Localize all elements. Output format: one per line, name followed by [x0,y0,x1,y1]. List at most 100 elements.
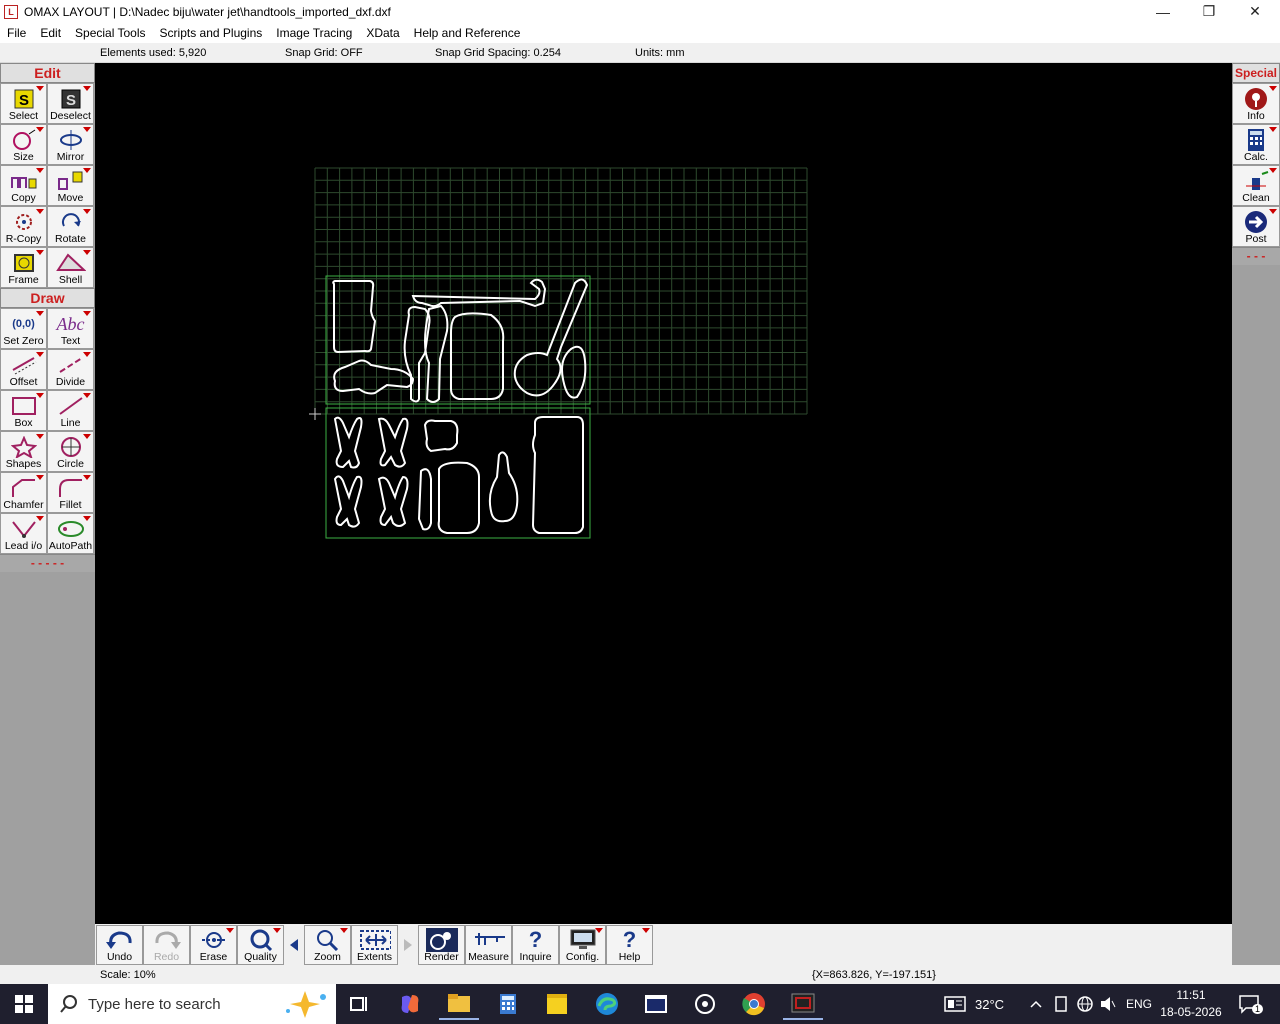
start-button[interactable] [0,984,48,1024]
divide-tool[interactable]: Divide [47,349,94,390]
zoom-button[interactable]: Zoom [304,925,351,965]
volume-muted-icon[interactable] [1100,984,1116,1024]
select-tool[interactable]: S Select [0,83,47,124]
render-button[interactable]: Render [418,925,465,965]
shapes-label: Shapes [5,458,42,470]
mirror-tool[interactable]: Mirror [47,124,94,165]
menu-scripts-plugins[interactable]: Scripts and Plugins [153,26,270,40]
maximize-button[interactable]: ❐ [1186,0,1232,23]
taskbar-search-box[interactable]: Type here to search [48,984,336,1024]
chrome-browser-icon[interactable] [734,988,774,1020]
notification-center-icon[interactable]: 1 [1238,984,1264,1024]
taskbar-clock[interactable]: 11:51 18-05-2026 [1158,987,1224,1021]
measure-caliper-icon [473,928,505,952]
extents-button[interactable]: Extents [351,925,398,965]
redo-button[interactable]: Redo [143,925,190,965]
chamfer-tool[interactable]: Chamfer [0,472,47,513]
shell-tool[interactable]: Shell [47,247,94,288]
minimize-button[interactable]: — [1140,0,1186,23]
crosshair-cursor [309,408,321,420]
part-clamp-3 [333,475,363,528]
offset-label: Offset [9,376,38,388]
snap-grid-status: Snap Grid: OFF [285,47,363,59]
chamfer-icon [9,476,39,500]
omax-layout-taskbar-icon[interactable] [783,988,823,1020]
language-indicator[interactable]: ENG [1126,984,1152,1024]
fillet-tool[interactable]: Fillet [47,472,94,513]
info-tool[interactable]: Info [1232,83,1280,124]
menu-image-tracing[interactable]: Image Tracing [269,26,359,40]
post-label: Post [1245,233,1267,245]
menu-edit[interactable]: Edit [33,26,68,40]
inquire-button[interactable]: ? Inquire [512,925,559,965]
weather-temperature[interactable]: 32°C [975,984,1004,1024]
edge-browser-icon[interactable] [587,988,627,1020]
lead-io-icon [9,517,39,541]
left-more-tools[interactable]: - - - - - [0,554,95,572]
menu-xdata[interactable]: XData [359,26,406,40]
news-widget-icon[interactable] [944,984,966,1024]
app-window-icon[interactable] [636,988,676,1020]
config-button[interactable]: Config. [559,925,606,965]
part-axe [513,278,589,397]
svg-text:S: S [18,92,28,109]
measure-button[interactable]: Measure [465,925,512,965]
set-zero-icon: (0,0) [9,312,39,336]
clean-tool[interactable]: Clean [1232,165,1280,206]
offset-tool[interactable]: Offset [0,349,47,390]
shapes-tool[interactable]: Shapes [0,431,47,472]
edit-section-header: Edit [0,63,95,83]
drawing-canvas[interactable] [95,63,1232,924]
part-clamp-1 [333,416,363,469]
file-explorer-icon[interactable] [439,988,479,1020]
help-button[interactable]: ? Help [606,925,653,965]
sticky-notes-icon[interactable] [537,988,577,1020]
autopath-icon [56,517,86,541]
menu-special-tools[interactable]: Special Tools [68,26,153,40]
show-hidden-icons-chevron-icon[interactable] [1030,984,1042,1024]
shapes-icon [9,435,39,459]
line-tool[interactable]: Line [47,390,94,431]
calculator-app-icon[interactable] [488,988,528,1020]
omax-app-taskbar-icon[interactable] [685,988,725,1020]
r-copy-label: R-Copy [5,233,42,245]
circle-tool[interactable]: Circle [47,431,94,472]
post-tool[interactable]: Post [1232,206,1280,247]
size-tool[interactable]: Size [0,124,47,165]
network-globe-icon[interactable] [1076,984,1094,1024]
lead-io-tool[interactable]: Lead i/o [0,513,47,554]
frame-icon [9,251,39,275]
menu-file[interactable]: File [0,26,33,40]
toolbar-scroll-left-button[interactable] [284,925,304,965]
right-more-tools[interactable]: - - - [1232,247,1280,265]
rotate-icon [56,210,86,234]
calc-tool[interactable]: Calc. [1232,124,1280,165]
extents-icon [359,928,391,952]
sheet-grid [314,167,808,415]
undo-label: Undo [106,951,133,963]
r-copy-tool[interactable]: R-Copy [0,206,47,247]
close-button[interactable]: ✕ [1232,0,1278,23]
text-tool[interactable]: Abc Text [47,308,94,349]
set-zero-tool[interactable]: (0,0) Set Zero [0,308,47,349]
autopath-tool[interactable]: AutoPath [47,513,94,554]
menu-help-reference[interactable]: Help and Reference [407,26,528,40]
omax-layout-window: L OMAX LAYOUT | D:\Nadec biju\water jet\… [0,0,1280,1024]
box-tool[interactable]: Box [0,390,47,431]
zoom-label: Zoom [314,951,341,963]
device-icon[interactable] [1054,984,1068,1024]
line-icon [56,394,86,418]
move-tool[interactable]: Move [47,165,94,206]
toolbar-scroll-right-button[interactable] [398,925,418,965]
deselect-tool[interactable]: S Deselect [47,83,94,124]
copilot-icon[interactable] [390,988,430,1020]
undo-button[interactable]: Undo [96,925,143,965]
quality-button[interactable]: Quality [237,925,284,965]
rotate-tool[interactable]: Rotate [47,206,94,247]
task-view-icon[interactable] [340,988,380,1020]
clean-icon [1241,169,1271,193]
erase-button[interactable]: Erase [190,925,237,965]
quality-icon [245,928,277,952]
frame-tool[interactable]: Frame [0,247,47,288]
copy-tool[interactable]: Copy [0,165,47,206]
